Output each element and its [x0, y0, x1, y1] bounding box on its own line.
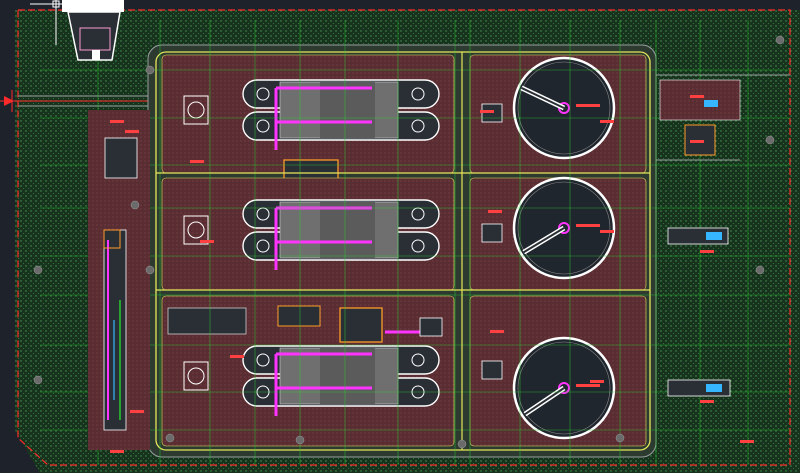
process-train-1: [161, 54, 647, 183]
gate-house-block: [62, 0, 124, 12]
ras-pump-house: [481, 360, 503, 380]
annotation-4: [200, 240, 214, 243]
annotation-1: [110, 120, 124, 123]
gate-house-door: [92, 50, 100, 60]
tree-3: [165, 433, 175, 443]
annotation-2: [125, 130, 139, 133]
pump-station: [104, 137, 138, 179]
annotation-14: [700, 250, 714, 253]
equipment-blue: [706, 232, 722, 240]
ras-pump-house: [481, 223, 503, 243]
tree-2: [33, 375, 43, 385]
tree-8: [775, 35, 785, 45]
equipment-blue-2: [706, 384, 722, 392]
sludge-thickener-building: [339, 307, 383, 343]
annotation-6: [480, 110, 494, 113]
equipment-blue-3: [704, 100, 718, 107]
annotation-9: [600, 120, 614, 123]
right-building-top-texture: [660, 80, 740, 120]
annotation-7: [488, 210, 502, 213]
blower-building: [277, 305, 321, 327]
annotation-11: [590, 380, 604, 383]
clarifier-tag: [576, 224, 600, 227]
ditch-center-shade: [320, 202, 375, 258]
annotation-18: [740, 440, 754, 443]
process-basins: [161, 54, 647, 447]
sludge-pump: [419, 317, 443, 337]
tree-10: [145, 65, 155, 75]
secondary-clarifier: [512, 56, 616, 160]
annotation-16: [110, 450, 124, 453]
secondary-clarifier: [512, 176, 616, 280]
site-plan-drawing: [0, 0, 800, 473]
annotation-13: [690, 140, 704, 143]
left-facilities: [88, 110, 150, 450]
annotation-12: [690, 95, 704, 98]
tree-4: [295, 435, 305, 445]
tree-7: [755, 265, 765, 275]
annotation-8: [490, 330, 504, 333]
oxidation-ditch: [242, 79, 440, 150]
annotation-5: [230, 355, 244, 358]
oxidation-ditch: [242, 199, 440, 270]
ditch-center-shade: [320, 82, 375, 138]
annotation-3: [190, 160, 204, 163]
tree-11: [130, 200, 140, 210]
tree-9: [765, 135, 775, 145]
tree-1: [33, 265, 43, 275]
tree-6: [615, 433, 625, 443]
annotation-15: [700, 400, 714, 403]
process-train-3: [161, 295, 647, 447]
triangle-arrow-icon: [4, 90, 14, 112]
oxidation-ditch: [242, 345, 440, 416]
tree-12: [145, 265, 155, 275]
tree-5: [457, 439, 467, 449]
clarifier-tag: [576, 384, 600, 387]
annotation-17: [130, 410, 144, 413]
chemical-building: [167, 307, 247, 335]
process-train-2: [161, 176, 647, 291]
ditch-center-shade: [320, 348, 375, 404]
annotation-10: [600, 230, 614, 233]
secondary-clarifier: [512, 336, 616, 440]
clarifier-tag: [576, 104, 600, 107]
cad-viewport[interactable]: [0, 0, 800, 473]
